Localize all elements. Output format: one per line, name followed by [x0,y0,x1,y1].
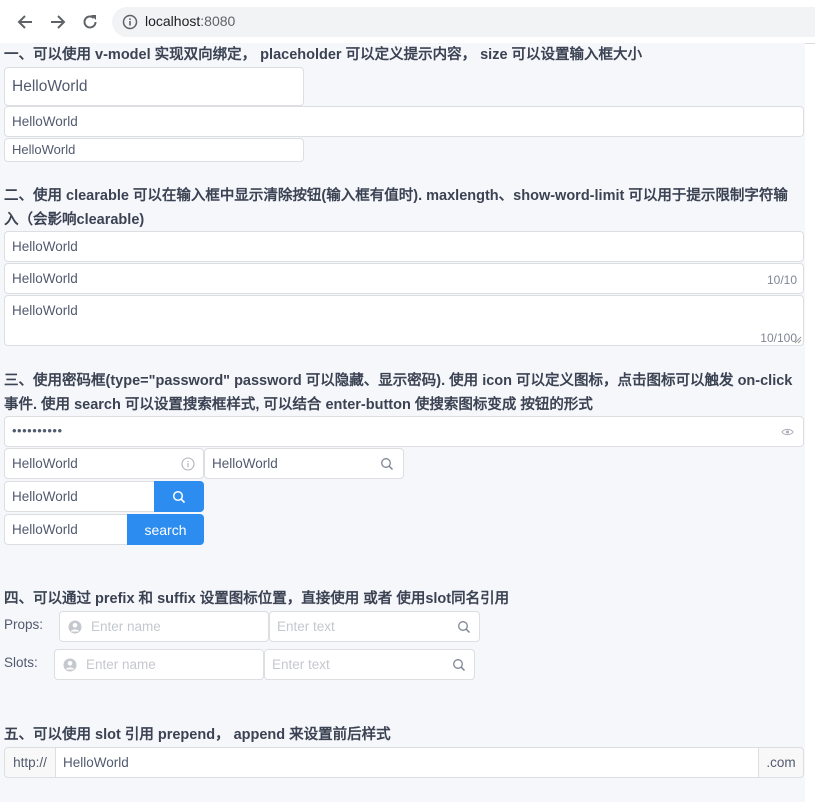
textarea-value: HelloWorld [12,303,78,318]
eye-icon[interactable] [781,427,794,437]
addon-input[interactable]: HelloWorld [55,747,759,778]
search-icon[interactable] [380,457,394,471]
maxlength-input-value: HelloWorld [12,271,78,286]
small-input-value: HelloWorld [12,142,76,157]
password-value: •••••••••• [12,423,63,438]
section-3-heading: 三、使用密码框(type="password" password 可以隐藏、显示… [4,373,793,413]
section-1-heading: 一、可以使用 v-model 实现双向绑定， placeholder 可以定义提… [4,47,643,63]
suffix-text-input[interactable]: Enter text [269,611,480,642]
slots-label: Slots: [4,655,38,670]
address-bar[interactable]: localhost:8080 [112,7,815,37]
textarea-input[interactable]: HelloWorld 10/100 [4,295,804,346]
icon-input-value: HelloWorld [12,456,78,471]
clearable-input-value: HelloWorld [12,239,78,254]
search-input[interactable]: HelloWorld [204,448,404,479]
browser-toolbar: localhost:8080 [0,0,815,44]
small-input[interactable]: HelloWorld [4,138,304,162]
addon-input-value: HelloWorld [63,755,129,770]
name-placeholder: Enter name [91,619,161,634]
large-input[interactable]: HelloWorld [4,67,304,106]
props-label: Props: [4,617,44,632]
info-icon[interactable] [181,457,195,471]
default-input[interactable]: HelloWorld [4,106,804,137]
search-enter-button-input[interactable]: HelloWorld [4,481,156,512]
url-host: localhost [145,13,201,29]
reload-icon[interactable] [79,11,101,33]
search-enter-button-input-value: HelloWorld [12,489,78,504]
prefix-name-input[interactable]: Enter name [59,611,269,642]
url-text: localhost:8080 [145,13,235,29]
search-icon-button[interactable] [154,481,204,512]
large-input-value: HelloWorld [12,78,88,95]
text-placeholder: Enter text [277,619,335,634]
page-content: 一、可以使用 v-model 实现双向绑定， placeholder 可以定义提… [0,43,805,802]
section-4-heading: 四、可以通过 prefix 和 suffix 设置图标位置，直接使用 或者 使用… [4,591,510,607]
section-2-heading: 二、使用 clearable 可以在输入框中显示清除按钮(输入框有值时). ma… [4,188,788,228]
slot-suffix-text-input[interactable]: Enter text [264,649,475,680]
search-text-input-value: HelloWorld [12,522,78,537]
password-input[interactable]: •••••••••• [4,416,804,447]
clearable-input[interactable]: HelloWorld [4,231,804,262]
url-port: :8080 [200,13,236,29]
prepend-addon: http:// [4,747,56,778]
forward-icon[interactable] [47,11,69,33]
site-info-icon[interactable] [122,14,138,34]
section-5-heading: 五、可以使用 slot 引用 prepend， append 来设置前后样式 [4,727,391,743]
user-icon [63,658,77,672]
maxlength-input[interactable]: HelloWorld 10/10 [4,263,804,294]
user-icon [68,620,82,634]
search-icon [172,490,186,503]
name-placeholder: Enter name [86,657,156,672]
search-text-button[interactable]: search [127,514,204,545]
resize-handle-icon[interactable] [794,336,802,344]
word-count: 10/10 [766,273,797,287]
default-input-value: HelloWorld [12,114,78,129]
search-icon[interactable] [452,658,466,672]
text-placeholder: Enter text [272,657,330,672]
icon-input[interactable]: HelloWorld [4,448,204,479]
search-input-value: HelloWorld [212,456,278,471]
search-text-input[interactable]: HelloWorld [4,514,129,545]
append-addon: .com [758,747,804,778]
textarea-word-count: 10/100 [760,331,797,345]
back-icon[interactable] [14,11,36,33]
search-icon[interactable] [457,620,471,634]
slot-prefix-name-input[interactable]: Enter name [54,649,264,680]
